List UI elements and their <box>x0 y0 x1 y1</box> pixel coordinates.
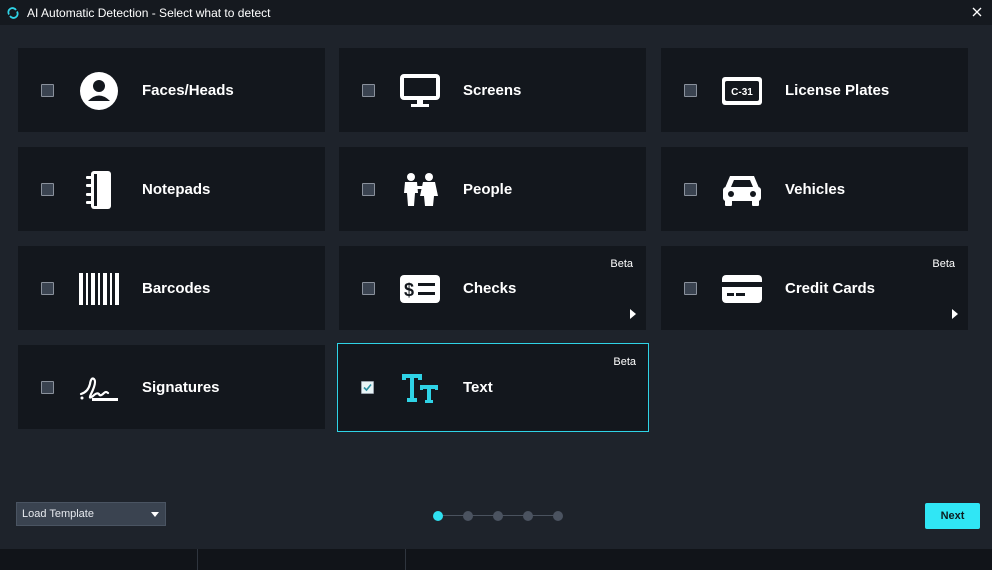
checkbox-signatures[interactable] <box>41 381 54 394</box>
car-icon <box>723 176 761 206</box>
checkmark-icon <box>363 383 372 392</box>
option-people[interactable]: People <box>339 147 646 231</box>
license-plate-icon: C-31 <box>722 77 762 105</box>
close-button[interactable] <box>966 1 988 23</box>
expand-arrow-icon[interactable] <box>630 309 636 319</box>
step-dot-3[interactable] <box>493 511 503 521</box>
text-icon <box>400 374 438 403</box>
step-dot-2[interactable] <box>463 511 473 521</box>
signature-icon <box>79 377 118 401</box>
close-icon <box>972 7 982 17</box>
option-label: People <box>463 181 513 198</box>
beta-badge: Beta <box>613 356 636 368</box>
checkbox-credit-cards[interactable] <box>684 282 697 295</box>
load-template-select[interactable]: Load Template <box>16 502 166 526</box>
window-title: AI Automatic Detection - Select what to … <box>27 5 271 20</box>
license-plate-text: C-31 <box>731 87 753 98</box>
checkbox-vehicles[interactable] <box>684 183 697 196</box>
option-faces-heads[interactable]: Faces/Heads <box>18 48 325 132</box>
load-template-value: Load Template <box>22 508 94 520</box>
barcode-icon <box>79 273 119 305</box>
option-label: License Plates <box>785 82 890 99</box>
face-icon <box>80 72 118 110</box>
status-bar <box>0 549 992 570</box>
title-bar: AI Automatic Detection - Select what to … <box>0 0 992 25</box>
dropdown-arrow-icon <box>151 512 159 517</box>
option-signatures[interactable]: Signatures <box>18 345 325 429</box>
option-notepads[interactable]: Notepads <box>18 147 325 231</box>
option-label: Credit Cards <box>785 280 876 297</box>
step-dot-5[interactable] <box>553 511 563 521</box>
expand-arrow-icon[interactable] <box>952 309 958 319</box>
option-label: Faces/Heads <box>142 82 234 99</box>
next-button[interactable]: Next <box>925 503 980 529</box>
check-document-icon: $ <box>400 275 440 303</box>
beta-badge: Beta <box>610 258 633 270</box>
option-text[interactable]: Text Beta <box>337 343 649 432</box>
checkbox-notepads[interactable] <box>41 183 54 196</box>
option-label: Screens <box>463 82 522 99</box>
checkbox-license-plates[interactable] <box>684 84 697 97</box>
status-separator <box>197 549 198 570</box>
option-label: Checks <box>463 280 517 297</box>
step-indicator <box>432 510 564 522</box>
checkbox-screens[interactable] <box>362 84 375 97</box>
option-label: Notepads <box>142 181 211 198</box>
people-icon <box>404 173 438 206</box>
option-label: Barcodes <box>142 280 211 297</box>
option-barcodes[interactable]: Barcodes <box>18 246 325 330</box>
option-license-plates[interactable]: C-31 License Plates <box>661 48 968 132</box>
option-label: Text <box>463 379 493 396</box>
option-label: Vehicles <box>785 181 846 198</box>
checkbox-checks[interactable] <box>362 282 375 295</box>
notepad-icon <box>86 171 111 209</box>
option-screens[interactable]: Screens <box>339 48 646 132</box>
checkbox-barcodes[interactable] <box>41 282 54 295</box>
credit-card-icon <box>722 275 762 303</box>
svg-text:$: $ <box>404 280 414 300</box>
step-dot-1[interactable] <box>433 511 443 521</box>
app-logo-icon <box>7 6 19 19</box>
monitor-icon <box>400 74 440 107</box>
step-dot-4[interactable] <box>523 511 533 521</box>
status-separator <box>405 549 406 570</box>
option-vehicles[interactable]: Vehicles <box>661 147 968 231</box>
checkbox-people[interactable] <box>362 183 375 196</box>
option-checks[interactable]: $ Checks Beta <box>339 246 646 330</box>
checkbox-text[interactable] <box>361 381 374 394</box>
checkbox-faces-heads[interactable] <box>41 84 54 97</box>
option-credit-cards[interactable]: Credit Cards Beta <box>661 246 968 330</box>
option-label: Signatures <box>142 379 220 396</box>
beta-badge: Beta <box>932 258 955 270</box>
